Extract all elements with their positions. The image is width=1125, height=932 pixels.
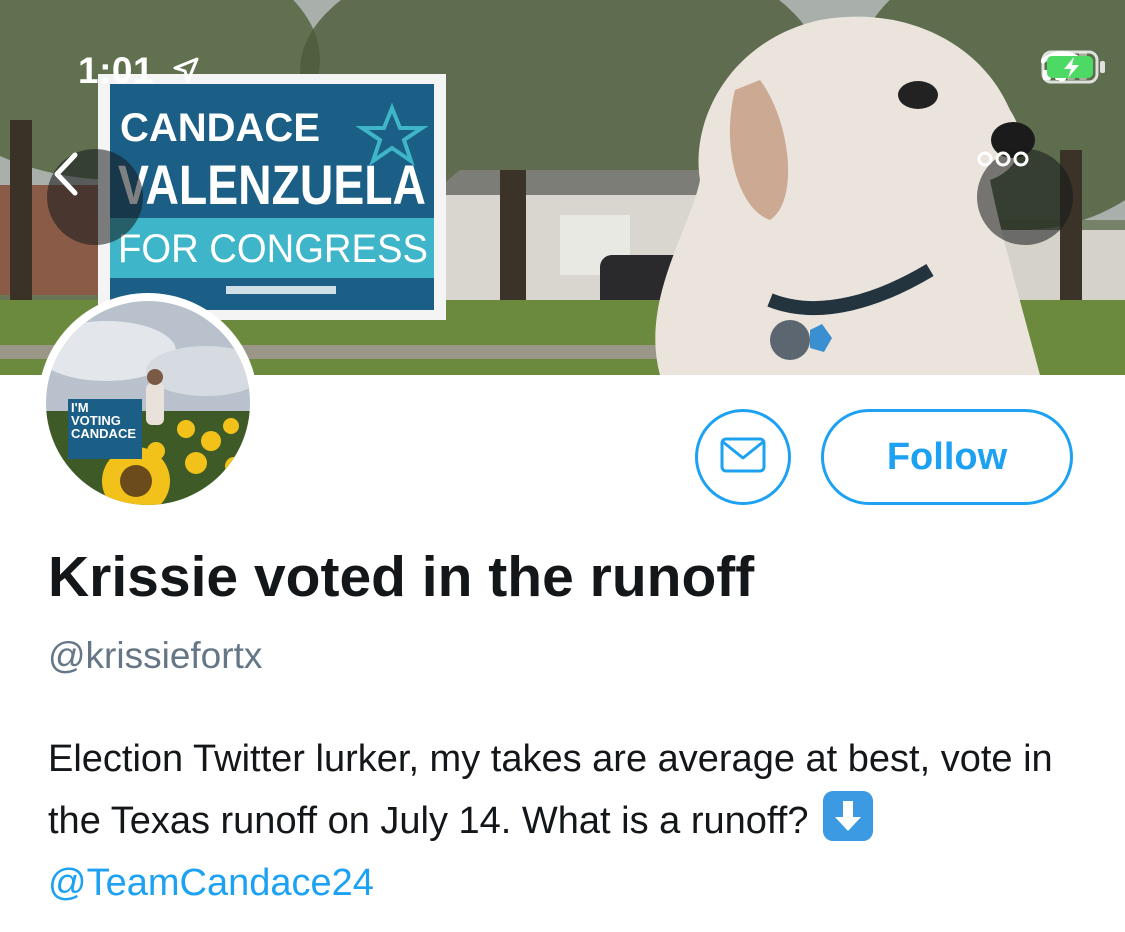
down-arrow-emoji-icon	[823, 791, 874, 841]
mention-link[interactable]: @TeamCandace24	[48, 862, 374, 904]
avatar-sign: I'M VOTING CANDACE	[68, 399, 142, 459]
envelope-icon	[720, 437, 766, 478]
bio-text: Election Twitter lurker, my takes are av…	[48, 738, 1053, 842]
sign-line-1: CANDACE	[120, 106, 320, 150]
message-button[interactable]	[695, 409, 791, 505]
follow-button[interactable]: Follow	[821, 409, 1073, 505]
sign-line-3: FOR CONGRESS	[118, 227, 428, 271]
back-button[interactable]	[47, 149, 143, 245]
sign-line-2: VALENZUELA	[118, 153, 426, 216]
display-name: Krissie voted in the runoff	[48, 545, 755, 609]
profile-avatar[interactable]: I'M VOTING CANDACE	[38, 293, 258, 513]
avatar-photo: I'M VOTING CANDACE	[46, 301, 250, 505]
more-options-button[interactable]	[977, 149, 1073, 245]
profile-bio: Election Twitter lurker, my takes are av…	[48, 728, 1098, 914]
avatar-sign-line: CANDACE	[71, 426, 136, 441]
user-handle: @krissiefortx	[48, 635, 263, 676]
status-time: 1:01	[78, 50, 155, 91]
